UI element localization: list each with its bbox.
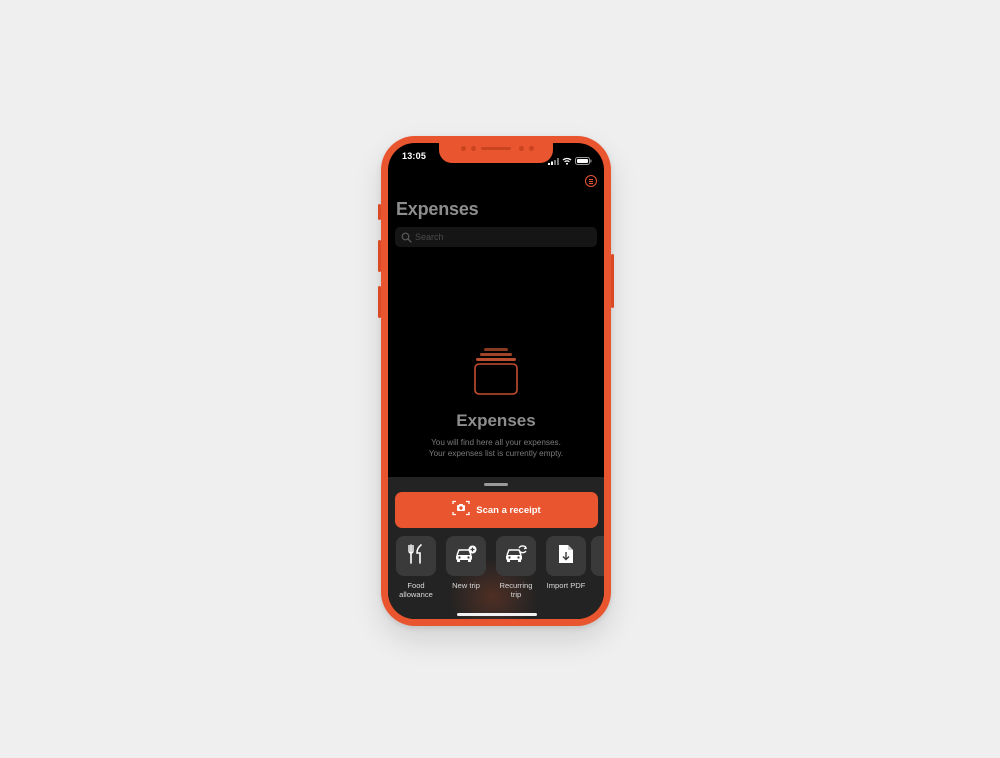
action-tile [496, 536, 536, 576]
action-import-pdf[interactable]: Import PDF [541, 536, 591, 590]
scan-receipt-button[interactable]: Scan a receipt [395, 492, 598, 528]
mute-switch [378, 204, 381, 220]
action-label-line: allowance [399, 590, 433, 599]
sheet-drag-handle[interactable] [484, 483, 508, 486]
menu-icon[interactable] [585, 175, 597, 187]
action-more-partial[interactable] [591, 536, 604, 576]
action-label: Recurring trip [491, 581, 541, 599]
action-label-line: Import PDF [546, 581, 586, 590]
empty-state-line: You will find here all your expenses. [431, 438, 561, 447]
search-icon [401, 232, 412, 243]
action-tile [546, 536, 586, 576]
folder-stack-icon [472, 347, 520, 404]
camera-scan-icon [452, 500, 470, 521]
phone-screen: 13:05 Expenses Search Expenses You will … [388, 143, 604, 619]
action-tile [591, 536, 604, 576]
scan-receipt-label: Scan a receipt [476, 504, 541, 516]
volume-down-button [378, 286, 381, 318]
action-label-line: Food [407, 581, 425, 590]
notch [439, 143, 553, 163]
sensor-dot [461, 146, 466, 151]
search-placeholder: Search [415, 232, 444, 242]
canvas: 13:05 Expenses Search Expenses You will … [0, 0, 1000, 758]
status-icons [548, 152, 592, 170]
action-label-line: New trip [452, 581, 480, 590]
action-food-allowance[interactable]: Food allowance [391, 536, 441, 599]
power-button [611, 254, 614, 308]
action-label: Food allowance [391, 581, 441, 599]
front-camera [519, 146, 524, 151]
fork-knife-icon [407, 543, 425, 569]
action-label-line: Recurring [499, 581, 533, 590]
wifi-icon [562, 152, 572, 170]
battery-icon [575, 152, 592, 170]
action-new-trip[interactable]: New trip [441, 536, 491, 590]
car-repeat-icon [505, 544, 528, 568]
status-time: 13:05 [402, 151, 427, 161]
action-tile [396, 536, 436, 576]
speaker-grille [481, 147, 511, 150]
home-indicator [457, 613, 537, 616]
empty-state-description: You will find here all your expenses. Yo… [388, 437, 604, 459]
action-label-line: trip [510, 590, 522, 599]
page-title: Expenses [396, 199, 479, 219]
empty-state-line: Your expenses list is currently empty. [428, 449, 564, 458]
sensor-dot [529, 146, 534, 151]
action-label: New trip [441, 581, 491, 590]
phone-frame: 13:05 Expenses Search Expenses You will … [378, 136, 614, 626]
action-recurring-trip[interactable]: Recurring trip [491, 536, 541, 599]
car-plus-icon [455, 545, 477, 568]
search-input[interactable]: Search [395, 227, 597, 247]
sensor-dot [471, 146, 476, 151]
empty-state-title: Expenses [456, 411, 536, 430]
action-tile [446, 536, 486, 576]
volume-up-button [378, 240, 381, 272]
action-label: Import PDF [541, 581, 591, 590]
file-download-icon [558, 544, 574, 569]
bottom-sheet: Scan a receipt Food allowance New trip R… [388, 477, 604, 619]
quick-actions: Food allowance New trip Recurring trip I… [388, 536, 604, 606]
